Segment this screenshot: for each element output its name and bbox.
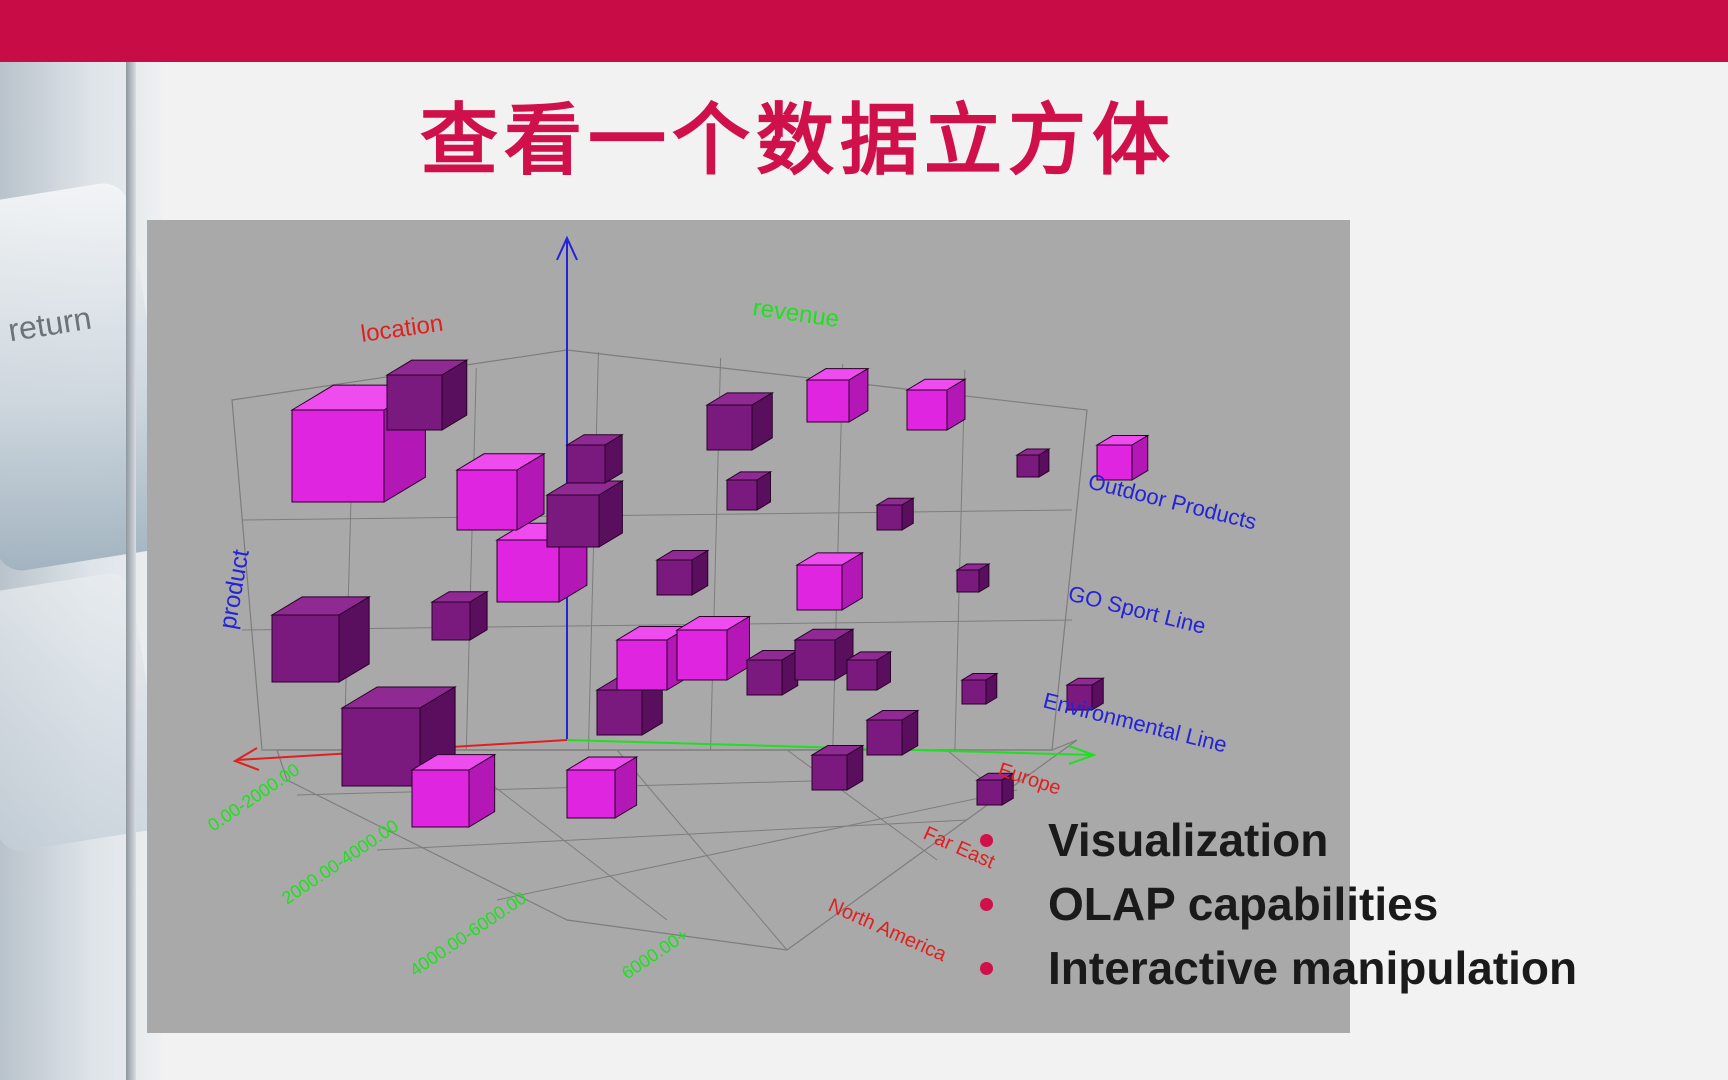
data-cube bbox=[566, 444, 606, 484]
revenue-tick-label: 0.00-2000.00 bbox=[204, 759, 303, 835]
data-cube bbox=[676, 629, 728, 681]
data-cube bbox=[656, 559, 693, 596]
data-cube bbox=[271, 614, 340, 683]
data-cube bbox=[806, 379, 850, 423]
data-cube bbox=[1016, 454, 1040, 478]
slide-header-bar bbox=[0, 0, 1728, 62]
data-cube bbox=[496, 539, 560, 603]
data-cube bbox=[726, 479, 758, 511]
bullet-text: Visualization bbox=[1048, 814, 1329, 866]
data-cube bbox=[291, 409, 385, 503]
data-cube bbox=[866, 719, 903, 756]
product-tick-label: GO Sport Line bbox=[1066, 581, 1209, 639]
panel-edge bbox=[126, 62, 136, 1080]
data-cube bbox=[876, 504, 903, 531]
data-cube bbox=[431, 601, 471, 641]
slide-title: 查看一个数据立方体 bbox=[420, 95, 1177, 186]
data-cube bbox=[706, 404, 753, 451]
grid-line bbox=[241, 509, 1073, 521]
data-cube bbox=[796, 564, 843, 611]
data-cube bbox=[411, 769, 470, 828]
bullet-item: Visualization bbox=[980, 808, 1728, 872]
data-cube bbox=[746, 659, 783, 696]
bullet-item: OLAP capabilities bbox=[980, 872, 1728, 936]
bullet-dot bbox=[980, 962, 993, 975]
data-cube bbox=[456, 469, 518, 531]
bullet-list: Visualization OLAP capabilities Interact… bbox=[980, 808, 1728, 1000]
revenue-tick-label: 2000.00-4000.00 bbox=[278, 816, 402, 909]
revenue-tick-label: 4000.00-6000.00 bbox=[406, 888, 530, 981]
revenue-axis-label: revenue bbox=[751, 294, 841, 333]
data-cube bbox=[596, 689, 643, 736]
data-cube bbox=[341, 707, 421, 787]
grid-line bbox=[616, 749, 788, 951]
data-cube bbox=[566, 769, 616, 819]
bullet-text: OLAP capabilities bbox=[1048, 878, 1439, 930]
location-tick-label: North America bbox=[825, 894, 951, 966]
data-cube bbox=[846, 659, 878, 691]
data-cube bbox=[961, 679, 987, 705]
side-decoration-panel: return bbox=[0, 62, 183, 1080]
bullet-dot bbox=[980, 898, 993, 911]
data-cube bbox=[906, 389, 948, 431]
bullet-item: Interactive manipulation bbox=[980, 936, 1728, 1000]
bullet-text: Interactive manipulation bbox=[1048, 942, 1578, 994]
data-cube bbox=[616, 639, 668, 691]
bullet-dot bbox=[980, 834, 993, 847]
location-axis-label: location bbox=[359, 310, 445, 348]
data-cube bbox=[811, 754, 848, 791]
data-cube bbox=[386, 374, 443, 431]
data-cube bbox=[546, 494, 600, 548]
data-cube bbox=[956, 569, 980, 593]
revenue-tick-label: 6000.00+ bbox=[618, 924, 692, 983]
data-cube bbox=[976, 779, 1003, 806]
grid-line bbox=[465, 367, 477, 751]
product-tick-label: Outdoor Products bbox=[1086, 469, 1259, 535]
data-cube bbox=[794, 639, 836, 681]
key-image-lower bbox=[0, 570, 170, 854]
